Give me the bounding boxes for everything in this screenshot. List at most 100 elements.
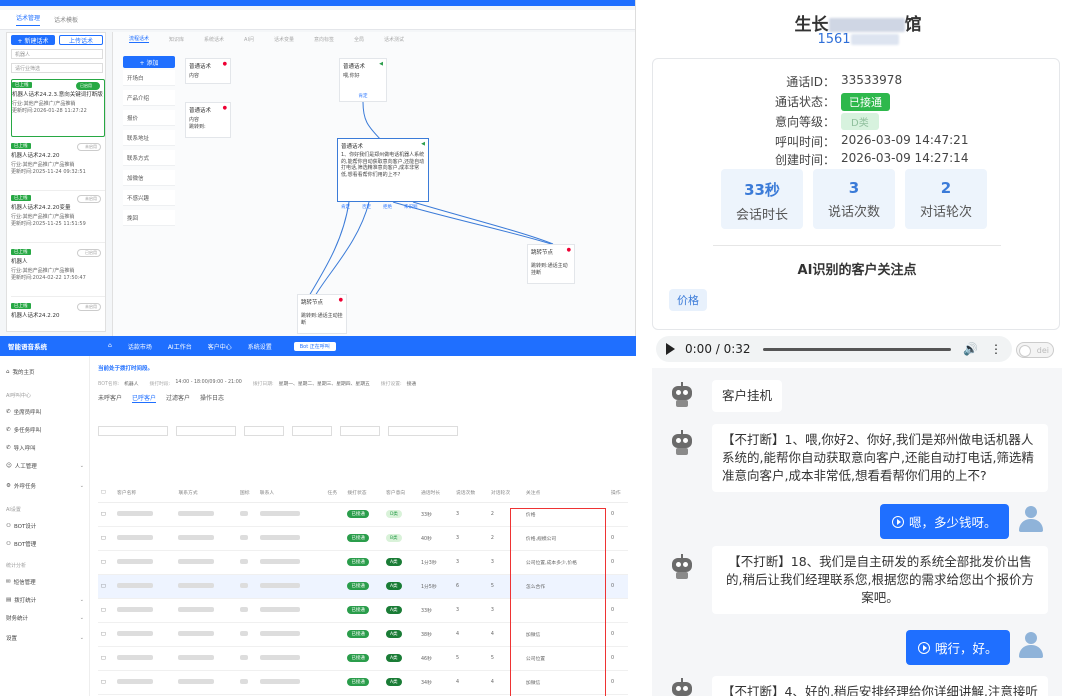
nav-item[interactable]: 客户中心 [208, 342, 232, 351]
new-script-button[interactable]: + 新建话术 [11, 35, 55, 45]
cell-action[interactable]: 0 [608, 670, 628, 695]
node-branch[interactable]: 未识别 [404, 204, 418, 210]
tab-uncalled[interactable]: 未呼客户 [98, 393, 122, 403]
tab-oplog[interactable]: 操作日志 [200, 393, 224, 403]
sidebar-item[interactable]: ✉ 短信管理 [6, 578, 84, 586]
tab-script-manage[interactable]: 话术管理 [16, 13, 41, 26]
filter-select[interactable] [292, 426, 332, 436]
script-card[interactable]: 已上线 已启用 机器人 行业:其他产品推广/产品推销 更新时间:2024-02-… [11, 247, 105, 297]
sidebar-item[interactable]: ✆ 多任务呼叫 [6, 426, 84, 434]
enable-toggle[interactable]: 已启用 [77, 249, 101, 257]
redacted-block [828, 18, 905, 32]
cell-action[interactable]: 0 [608, 526, 628, 551]
enable-toggle[interactable]: 未启用 [77, 195, 101, 203]
upload-script-button[interactable]: 上传话术 [59, 35, 103, 45]
node-branch[interactable]: 肯定 [343, 93, 383, 99]
sidebar-item[interactable]: 财务统计 ⌄ [6, 614, 84, 622]
tab-script-template[interactable]: 话术模板 [54, 15, 78, 24]
sidebar-item[interactable]: ✆ 坐席员呼叫 [6, 408, 84, 416]
industry-filter-select[interactable]: 请行业筛选 [11, 63, 103, 73]
detail-toggle[interactable]: dei [1016, 342, 1054, 358]
pin-icon: ● [222, 61, 227, 67]
sidebar-item[interactable]: ✆ 导入呼叫 [6, 444, 84, 452]
flow-node[interactable]: ● 普通话术 内容 [185, 58, 231, 84]
customer-tabs: 未呼客户 已呼客户 过滤客户 操作日志 [98, 393, 636, 403]
node-branch[interactable]: 否定 [362, 204, 371, 210]
filter-select[interactable] [244, 426, 284, 436]
nav-item[interactable]: 系统设置 [248, 342, 272, 351]
row-checkbox[interactable]: □ [98, 646, 114, 671]
user-message[interactable]: 嗯，多少钱呀。 [880, 504, 1009, 539]
column-header: 国标 [236, 484, 257, 503]
tab-called[interactable]: 已呼客户 [132, 393, 157, 403]
node-branch[interactable]: 肯定 [341, 204, 350, 210]
flow-node[interactable]: ◀ 普通话术 喂,你好 肯定 [339, 58, 387, 102]
cell-duration: 1分3秒 [417, 550, 453, 575]
nav-item[interactable]: AI工作台 [168, 342, 192, 351]
robot-avatar-icon [670, 678, 694, 696]
script-search-input[interactable]: 机器人 [11, 49, 103, 59]
filter-select[interactable] [340, 426, 380, 436]
cell-contact [175, 502, 237, 527]
flow-canvas[interactable]: 流程话术 知识库 系统话术 AI问 话术变量 意向标签 全局 话术测试 + 添加… [112, 32, 635, 336]
info-row-status: 通话状态： 已接通 [653, 93, 1061, 111]
nav-item[interactable]: 话款市场 [128, 342, 152, 351]
sidebar-item[interactable]: ▤ 拨打统计 ⌄ [6, 596, 84, 604]
flow-node[interactable]: ● 跳转节点 跳转到:通话主动挂断 [527, 244, 575, 284]
more-icon[interactable]: ⋮ [990, 342, 1002, 356]
user-message[interactable]: 哦行，好。 [906, 630, 1010, 665]
cell-speak: 3 [452, 502, 488, 527]
cell-action[interactable]: 0 [608, 598, 628, 623]
cell-status: 已接通 [344, 502, 383, 527]
sidebar-item[interactable]: ☺ 人工管理 ⌄ [6, 462, 84, 470]
home-icon[interactable]: ⌂ [108, 342, 112, 351]
bot-calling-indicator[interactable]: Bot 正在呼叫 [293, 341, 336, 351]
script-updated: 更新时间:2025-11-25 11:51:59 [11, 221, 86, 227]
row-checkbox[interactable]: □ [98, 502, 114, 527]
volume-icon[interactable]: 🔊 [963, 342, 978, 356]
flow-node-selected[interactable]: ◀ 普通话术 1、你好我们是郑州做电话机器人系统的,能帮你自动获取意向客户,还能… [337, 138, 429, 210]
sidebar-item[interactable]: ⚇ BOT管理 [6, 540, 84, 548]
column-header: 对话轮次 [487, 484, 523, 503]
flow-node[interactable]: ● 普通话术 内容 跳转到: [185, 102, 231, 138]
row-checkbox[interactable]: □ [98, 526, 114, 551]
row-checkbox[interactable]: □ [98, 574, 114, 599]
node-branch[interactable]: 拒绝 [383, 204, 392, 210]
cell-action[interactable]: 0 [608, 574, 628, 599]
sidebar-item[interactable]: ⚇ BOT设计 [6, 522, 84, 530]
row-checkbox[interactable]: □ [98, 598, 114, 623]
select-all-checkbox[interactable]: □ [98, 484, 114, 503]
script-card[interactable]: 已上线 未启用 机器人话术24.2.20 [11, 301, 105, 331]
sidebar-item[interactable]: 设置 ⌄ [6, 634, 84, 642]
script-industry: 行业:其他产品推广/产品推销 [11, 268, 75, 274]
flow-node[interactable]: ● 跳转节点 跳转到:通话主动挂断 [297, 294, 347, 334]
chevron-down-icon: ⌄ [79, 483, 84, 489]
script-card[interactable]: 已上线 已启用 机器人话术24.2.3.意向关键词打断版 行业:其他产品推广/产… [11, 79, 105, 137]
cell-intent: A类 [382, 670, 418, 695]
filter-select[interactable] [176, 426, 236, 436]
cell-action[interactable]: 0 [608, 502, 628, 527]
enable-toggle[interactable]: 未启用 [77, 303, 101, 311]
sidebar-item[interactable]: ⚙ 外呼任务 ⌄ [6, 482, 84, 490]
filter-select[interactable] [388, 426, 458, 436]
play-icon[interactable] [666, 343, 675, 355]
date-filter[interactable] [98, 426, 168, 436]
row-checkbox[interactable]: □ [98, 622, 114, 647]
tab-filtered[interactable]: 过滤客户 [166, 393, 190, 403]
row-checkbox[interactable]: □ [98, 670, 114, 695]
cell-duration: 33秒 [417, 598, 453, 623]
script-card[interactable]: 已上线 未启用 机器人话术24.2.20 行业:其他产品推广/产品推销 更新时间… [11, 141, 105, 191]
enable-toggle[interactable]: 未启用 [77, 143, 101, 151]
cell-task [324, 622, 345, 647]
cell-action[interactable]: 0 [608, 622, 628, 647]
cell-action[interactable]: 0 [608, 646, 628, 671]
sidebar-item-home[interactable]: ⌂ 我的主页 [6, 368, 84, 376]
row-checkbox[interactable]: □ [98, 550, 114, 575]
call-info-card: 通话ID： 33533978 通话状态： 已接通 意向等级： D类 呼叫时间： 2026… [652, 58, 1060, 330]
divider [713, 245, 1001, 246]
audio-progress[interactable] [762, 347, 952, 351]
column-header: 客户意向 [382, 484, 418, 503]
script-card[interactable]: 已上线 未启用 机器人话术24.2.20变量 行业:其他产品推广/产品推销 更新… [11, 193, 105, 243]
enable-toggle[interactable]: 已启用 [76, 82, 100, 90]
cell-action[interactable]: 0 [608, 550, 628, 575]
